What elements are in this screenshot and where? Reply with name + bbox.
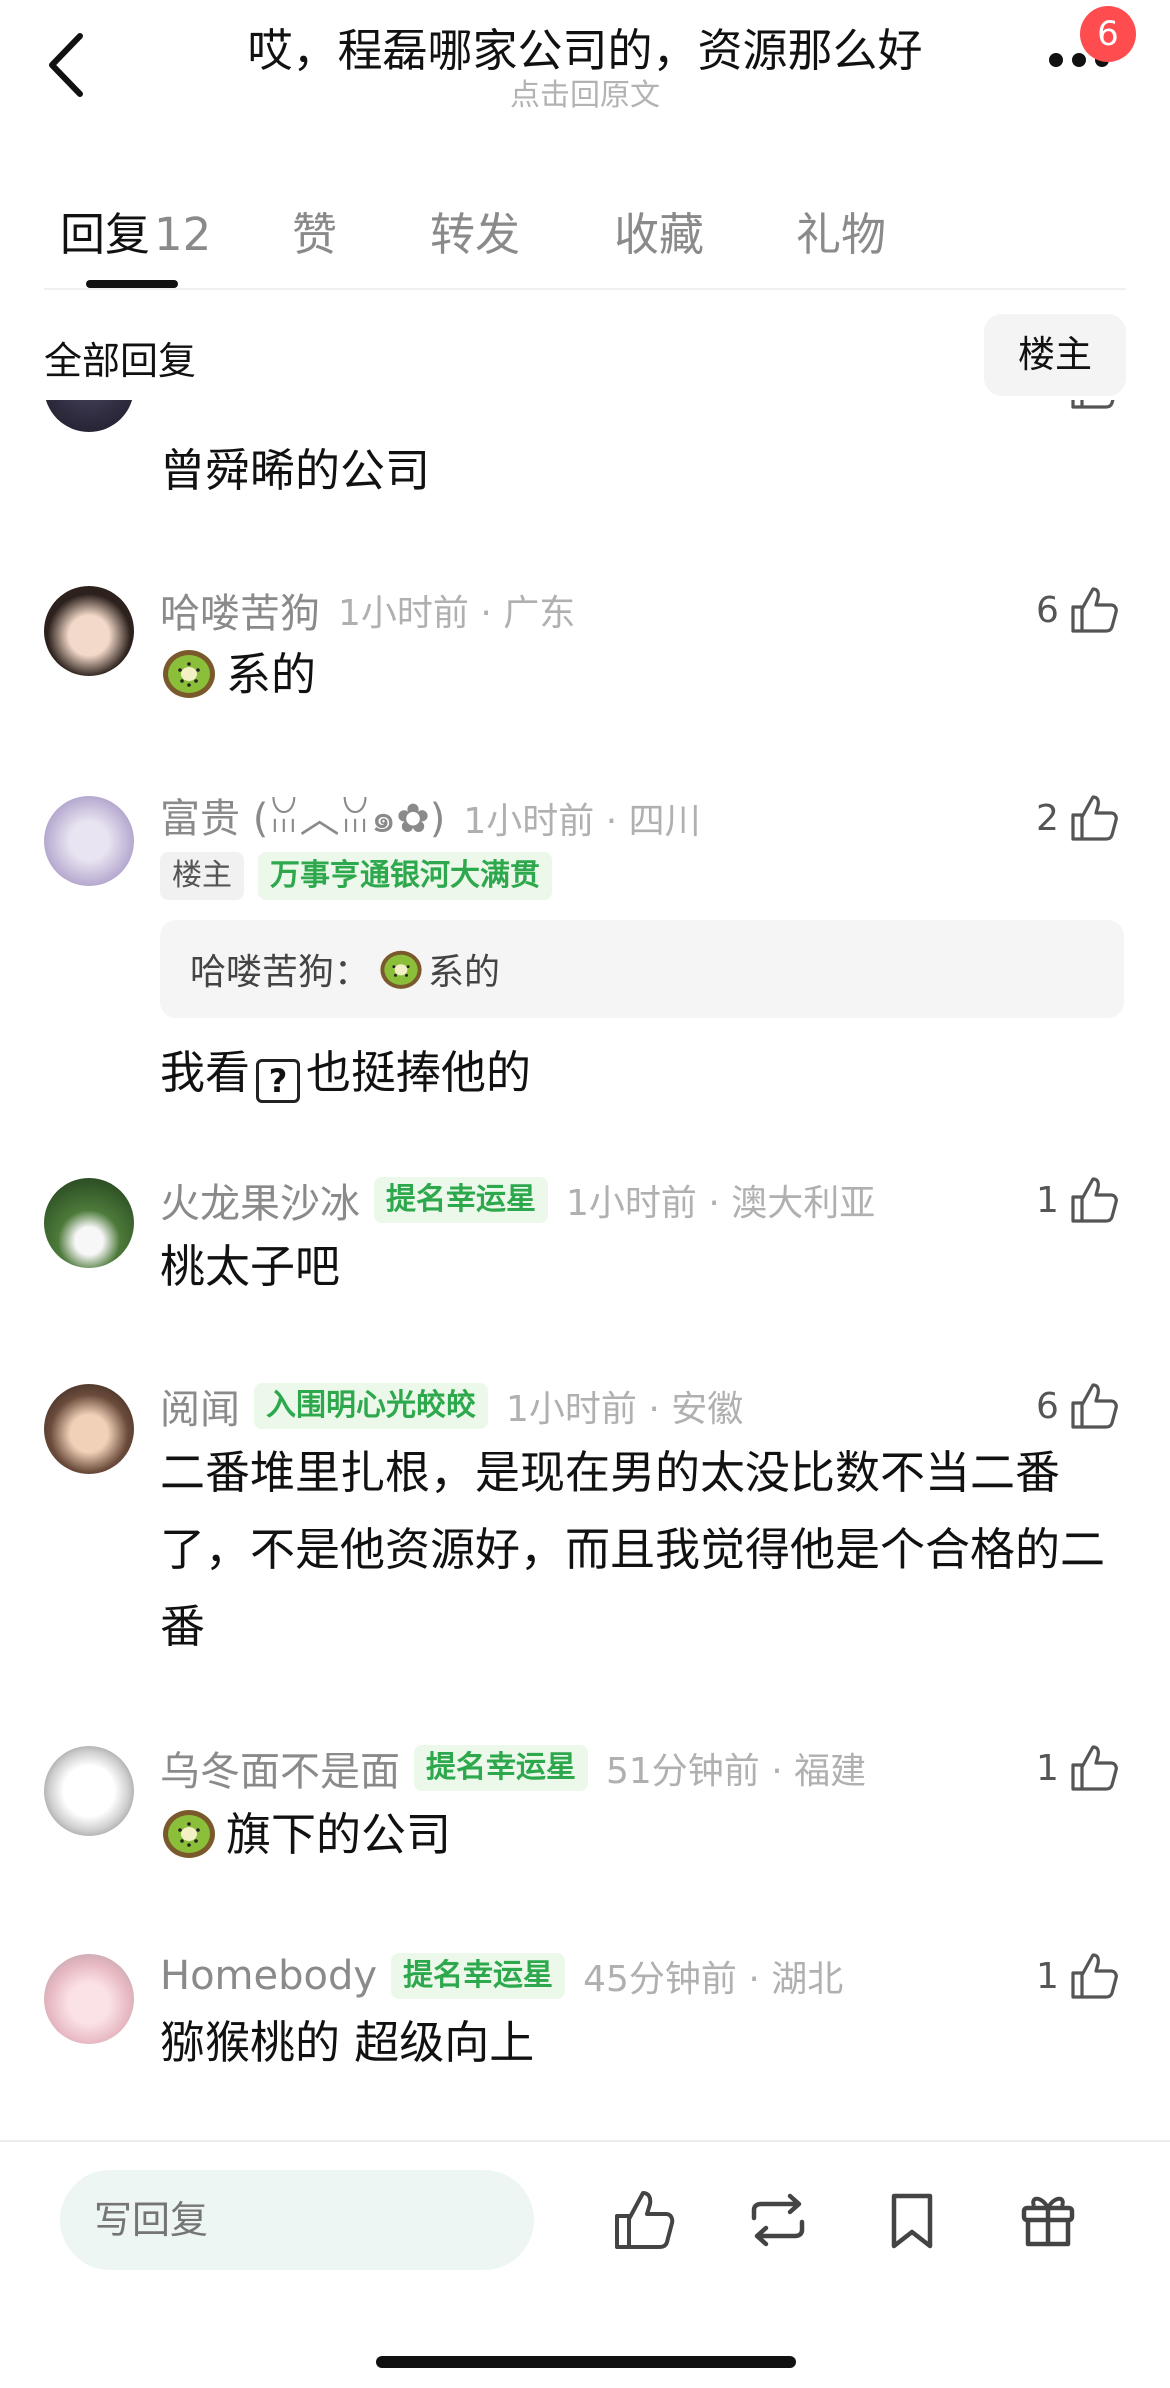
thumbs-up-icon <box>1071 400 1115 409</box>
like-control[interactable]: 2 <box>1036 788 1119 848</box>
like-count: 2 <box>1036 797 1059 839</box>
reply-text-row: 我看? 也挺捧他的 <box>160 1034 1110 1111</box>
reply-text-row: 系的 <box>160 636 1110 713</box>
tab-likes[interactable]: 赞 <box>292 198 337 263</box>
reply-text: 也挺捧他的 <box>306 1046 532 1099</box>
reply-time: 1小时前 · 广东 <box>338 593 576 634</box>
reply-text: 系的 <box>226 648 317 701</box>
reply-time: 45分钟前 · 湖北 <box>583 1959 844 2000</box>
like-count: 6 <box>1036 1385 1059 1427</box>
avatar[interactable] <box>44 796 134 886</box>
username[interactable]: 富贵 (ꈍ︿ꈍ๑✿) <box>160 786 445 850</box>
username[interactable]: Homebody <box>160 1953 377 1999</box>
owner-only-button[interactable]: 楼主 <box>984 314 1126 396</box>
reply-meta: 乌冬面不是面 提名幸运星 51分钟前 · 福建 <box>160 1738 866 1798</box>
thumbs-up-icon <box>1071 1953 1118 1999</box>
reply-input[interactable] <box>60 2170 534 2270</box>
tab-bar: 回复12 赞 转发 收藏 礼物 <box>0 180 1170 290</box>
username[interactable]: 阅闻 <box>160 1377 240 1435</box>
quote-text: 系的 <box>428 952 501 993</box>
back-arrow-icon[interactable] <box>46 30 86 100</box>
reply-meta: 哈喽苦狗 1小时前 · 广东 <box>160 580 575 640</box>
repost-icon[interactable] <box>746 2188 810 2252</box>
username[interactable]: 乌冬面不是面 <box>160 1739 400 1797</box>
reply-meta: 阅闻 入围明心光皎皎 1小时前 · 安徽 <box>160 1376 743 1436</box>
tab-reposts[interactable]: 转发 <box>430 198 520 263</box>
quote-user: 哈喽苦狗： <box>190 952 371 993</box>
avatar[interactable] <box>44 1178 134 1268</box>
achievement-tag: 提名幸运星 <box>374 1177 548 1223</box>
like-count: 6 <box>1036 589 1059 631</box>
avatar[interactable] <box>44 400 134 432</box>
avatar[interactable] <box>44 1954 134 2044</box>
achievement-tag: 万事亨通银河大满贯 <box>258 852 552 900</box>
achievement-tag: 提名幸运星 <box>414 1745 588 1791</box>
achievement-tag: 提名幸运星 <box>391 1953 566 1999</box>
avatar[interactable] <box>44 1746 134 1836</box>
like-control[interactable]: 1 <box>1036 400 1119 416</box>
tab-replies[interactable]: 回复12 <box>60 198 211 263</box>
back-to-original-link[interactable]: 点击回原文 <box>220 70 950 114</box>
reply-text: 曾舜晞的公司 <box>160 444 431 497</box>
bookmark-icon[interactable] <box>880 2188 944 2252</box>
like-control[interactable]: 1 <box>1036 1738 1119 1798</box>
thumbs-up-icon <box>1071 1177 1118 1223</box>
username[interactable]: 火龙果沙冰 <box>160 1171 360 1229</box>
divider <box>44 288 1126 290</box>
reply-meta: 火龙果沙冰 提名幸运星 1小时前 · 澳大利亚 <box>160 1170 875 1230</box>
tab-replies-label: 回复 <box>60 208 151 261</box>
avatar[interactable] <box>44 1384 134 1474</box>
like-count: 1 <box>1036 1955 1059 1997</box>
like-control[interactable]: 1 <box>1036 1946 1119 2006</box>
reply-text-row: 旗下的公司 <box>160 1796 1110 1873</box>
gift-icon[interactable] <box>1016 2188 1080 2252</box>
notification-badge: 6 <box>1080 6 1136 62</box>
thumbs-up-icon <box>1071 1383 1118 1429</box>
achievement-tag: 入围明心光皎皎 <box>254 1383 488 1429</box>
active-tab-indicator <box>86 280 178 288</box>
kiwi-emoji-icon <box>380 950 422 989</box>
reply-meta: 富贵 (ꈍ︿ꈍ๑✿) 1小时前 · 四川 <box>160 788 701 848</box>
header: 哎，程磊哪家公司的，资源那么好 点击回原文 6 <box>0 0 1170 140</box>
all-replies-label: 全部回复 <box>44 339 197 383</box>
reply-text: 桃太子吧 <box>160 1240 341 1293</box>
reply-list[interactable]: 1 曾舜晞的公司 哈喽苦狗 1小时前 · 广东 6 系的 富贵 (ꈍ︿ꈍ๑✿) … <box>0 400 1170 2140</box>
kiwi-emoji-icon <box>163 1810 215 1858</box>
thumbs-up-icon <box>1071 1745 1118 1791</box>
reply-text: 旗下的公司 <box>226 1808 452 1861</box>
like-count: 1 <box>1036 1179 1059 1221</box>
reply-text: 我看 <box>160 1046 251 1099</box>
thumbs-up-icon <box>1071 587 1118 633</box>
reply-meta: Homebody 提名幸运星 45分钟前 · 湖北 <box>160 1946 843 2006</box>
like-control[interactable]: 6 <box>1036 580 1119 640</box>
reply-time: 1小时前 · 四川 <box>463 801 701 842</box>
tab-replies-count: 12 <box>154 208 212 261</box>
like-control[interactable]: 1 <box>1036 1170 1119 1230</box>
reply-time: 51分钟前 · 福建 <box>606 1751 867 1792</box>
missing-emoji-box: ? <box>256 1059 301 1103</box>
home-indicator <box>376 2356 796 2368</box>
tab-favorites[interactable]: 收藏 <box>614 198 704 263</box>
reply-time: 1小时前 · 澳大利亚 <box>566 1183 876 1224</box>
reply-text: 二番堆里扎根，是现在男的太没比数不当二番了，不是他资源好，而且我觉得他是个合格的… <box>160 1446 1106 1653</box>
like-control[interactable]: 6 <box>1036 1376 1119 1436</box>
like-count: 1 <box>1036 1747 1059 1789</box>
tab-gifts[interactable]: 礼物 <box>796 198 886 263</box>
reply-time: 1小时前 · 安徽 <box>506 1389 744 1430</box>
like-icon[interactable] <box>612 2188 676 2252</box>
quoted-reply[interactable]: 哈喽苦狗： 系的 <box>160 920 1124 1018</box>
user-tags: 楼主 万事亨通银河大满贯 <box>160 852 566 900</box>
bottom-action-bar <box>0 2140 1170 2388</box>
username[interactable]: 哈喽苦狗 <box>160 581 320 639</box>
kiwi-emoji-icon <box>163 650 215 698</box>
avatar[interactable] <box>44 586 134 676</box>
like-count: 1 <box>1036 400 1059 407</box>
owner-tag: 楼主 <box>160 852 244 900</box>
reply-text: 猕猴桃的 超级向上 <box>160 2016 535 2069</box>
thumbs-up-icon <box>1071 795 1118 841</box>
